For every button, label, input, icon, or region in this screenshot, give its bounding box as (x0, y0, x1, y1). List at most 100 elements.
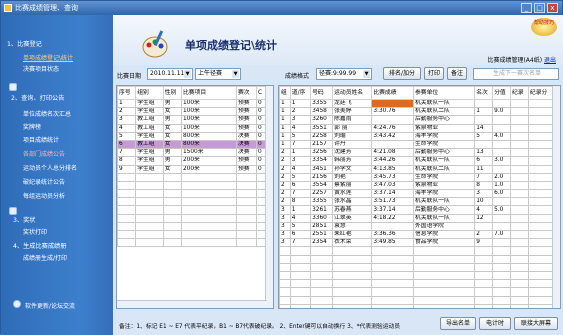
events-cell[interactable]: 预赛 (235, 115, 257, 125)
results-cell[interactable]: 3 (474, 189, 494, 199)
results-cell[interactable]: 袁慧 (332, 221, 373, 232)
sidebar-item-booklet-print[interactable]: 成绩册生成/打印 (23, 253, 67, 262)
results-cell[interactable]: 9 (474, 238, 494, 248)
events-header-cell[interactable]: 比赛项目 (180, 86, 237, 100)
results-cell[interactable]: 生命学院 (412, 172, 476, 182)
events-cell[interactable]: 男 (162, 98, 182, 109)
events-cell[interactable]: 学生组 (135, 131, 164, 141)
results-header-cell[interactable]: 分值 (492, 86, 512, 100)
events-cell[interactable]: 200米 (180, 164, 237, 174)
print-button[interactable]: 打印 (424, 67, 444, 80)
results-cell[interactable]: 机关联队一队 (412, 213, 476, 223)
results-cell[interactable]: 6 (289, 180, 312, 191)
events-row[interactable]: 3 教工组男 100米 预赛 0 (117, 115, 268, 125)
results-cell[interactable] (492, 123, 512, 133)
results-cell[interactable]: 机关联队一队 (412, 156, 476, 166)
results-cell[interactable] (492, 238, 512, 248)
events-cell[interactable]: 决赛 (235, 148, 257, 158)
results-cell[interactable]: 5 (474, 131, 494, 141)
results-row[interactable]: 2 7 2257 黄水莲 3:37.14 海丰学院 3 6.0 (279, 189, 555, 199)
events-cell[interactable]: 8 (117, 156, 137, 166)
results-cell[interactable]: 陈嘉雨 (332, 115, 373, 125)
results-cell[interactable] (527, 180, 555, 191)
events-cell[interactable]: 学生组 (135, 156, 164, 166)
results-header-cell[interactable]: 运动员姓名 (332, 86, 373, 100)
results-cell[interactable]: 1 (279, 107, 291, 117)
results-cell[interactable] (510, 172, 529, 182)
close-button[interactable]: x (547, 3, 558, 13)
events-cell[interactable]: 女 (162, 131, 182, 141)
events-cell[interactable]: 100米 (180, 98, 237, 109)
results-cell[interactable] (527, 156, 555, 166)
events-cell[interactable]: 800米 (180, 139, 237, 150)
results-cell[interactable]: 2157 (310, 139, 334, 150)
results-row[interactable]: 1 4 3551 郭 丽 4:24.76 紫泉物业 14 (279, 123, 555, 133)
events-cell[interactable]: 1 (117, 98, 137, 109)
results-cell[interactable]: 刘瑜 (332, 131, 373, 141)
results-cell[interactable]: 7 (474, 172, 494, 182)
events-cell[interactable]: 男 (162, 148, 182, 158)
events-cell[interactable]: 100米 (180, 107, 237, 117)
remark-button[interactable]: 备注 (447, 67, 467, 80)
results-cell[interactable] (510, 139, 529, 150)
events-cell[interactable]: 教工组 (135, 115, 164, 125)
results-cell[interactable]: 4:21.08 (371, 148, 414, 158)
events-cell[interactable]: 预赛 (235, 156, 257, 166)
results-row[interactable]: 3 1 3261 苏春燕 3:37.14 后勤服务中心 4 5.0 (279, 205, 555, 215)
results-cell[interactable] (510, 98, 529, 109)
results-cell[interactable]: 9.0 (492, 107, 512, 117)
events-header-cell[interactable]: 序号 (117, 86, 137, 100)
results-cell[interactable]: 2257 (310, 189, 334, 199)
results-cell[interactable] (510, 115, 529, 125)
results-cell[interactable]: 郭 丽 (332, 123, 373, 133)
events-cell[interactable]: 学生组 (135, 148, 164, 158)
results-cell[interactable] (527, 189, 555, 199)
results-cell[interactable]: 2 (279, 197, 291, 207)
results-cell[interactable]: 2 (279, 189, 291, 199)
results-cell[interactable]: 4 (289, 164, 312, 174)
results-row[interactable]: 2 8 3355 张水晶 3:51.73 机关联队一队 10 (279, 197, 555, 207)
results-header-cell[interactable]: 参赛单位 (412, 86, 476, 100)
events-vertical-scrollbar[interactable] (265, 86, 273, 308)
results-cell[interactable]: 外国语学院 (412, 221, 476, 232)
results-cell[interactable]: 1 (279, 123, 291, 133)
events-cell[interactable]: 800米 (180, 131, 237, 141)
results-cell[interactable]: 1.0 (492, 180, 512, 191)
results-header-cell[interactable]: 比赛成绩 (371, 86, 414, 100)
results-cell[interactable]: 12 (474, 213, 494, 223)
results-row[interactable]: 1 7 2157 许丹 生命学院 (279, 139, 555, 150)
results-cell[interactable]: 张水晶 (332, 197, 373, 207)
results-cell[interactable]: 7 (289, 238, 312, 248)
sidebar-item-award-print[interactable]: 奖状打印 (23, 227, 47, 236)
results-cell[interactable]: 2258 (310, 131, 334, 141)
sidebar-item-score-entry[interactable]: 单项成绩登记\统计 (23, 53, 73, 62)
events-cell[interactable]: 学生组 (135, 107, 164, 117)
results-cell[interactable]: 3554 (310, 180, 334, 191)
results-cell[interactable] (510, 205, 529, 215)
events-cell[interactable]: 女 (162, 164, 182, 174)
results-cell[interactable] (492, 148, 512, 158)
results-cell[interactable]: 13 (474, 148, 494, 158)
sidebar-item-athlete-ranking[interactable]: 运动员个人总分排名 (23, 163, 77, 172)
results-cell[interactable]: 3260 (310, 115, 334, 125)
results-cell[interactable]: 7.0 (492, 229, 512, 240)
sidebar-item-record-stats[interactable]: 破纪录统计公告 (23, 177, 65, 186)
results-cell[interactable]: 5 (289, 131, 312, 141)
events-row[interactable]: 2 学生组女 100米 预赛 0 (117, 107, 268, 117)
results-cell[interactable]: 2 (279, 148, 291, 158)
results-cell[interactable] (510, 156, 529, 166)
events-cell[interactable]: 女 (162, 123, 182, 133)
results-header-cell[interactable]: 号码 (310, 86, 334, 100)
events-cell[interactable]: 男 (162, 115, 182, 125)
results-header-cell[interactable]: 组 (279, 86, 291, 100)
results-cell[interactable] (492, 115, 512, 125)
sidebar-item-final-status[interactable]: 决赛项目状态 (23, 64, 59, 73)
results-cell[interactable]: 4:13.85 (371, 164, 414, 174)
events-cell[interactable]: 女 (162, 139, 182, 150)
results-cell[interactable]: 3451 (310, 164, 334, 174)
events-cell[interactable]: 预赛 (235, 107, 257, 117)
sidebar-link-update-forum[interactable]: 软件更新/论坛交流 (25, 301, 75, 310)
results-cell[interactable] (474, 98, 494, 109)
results-cell[interactable] (492, 213, 512, 223)
events-cell[interactable]: 200米 (180, 156, 237, 166)
